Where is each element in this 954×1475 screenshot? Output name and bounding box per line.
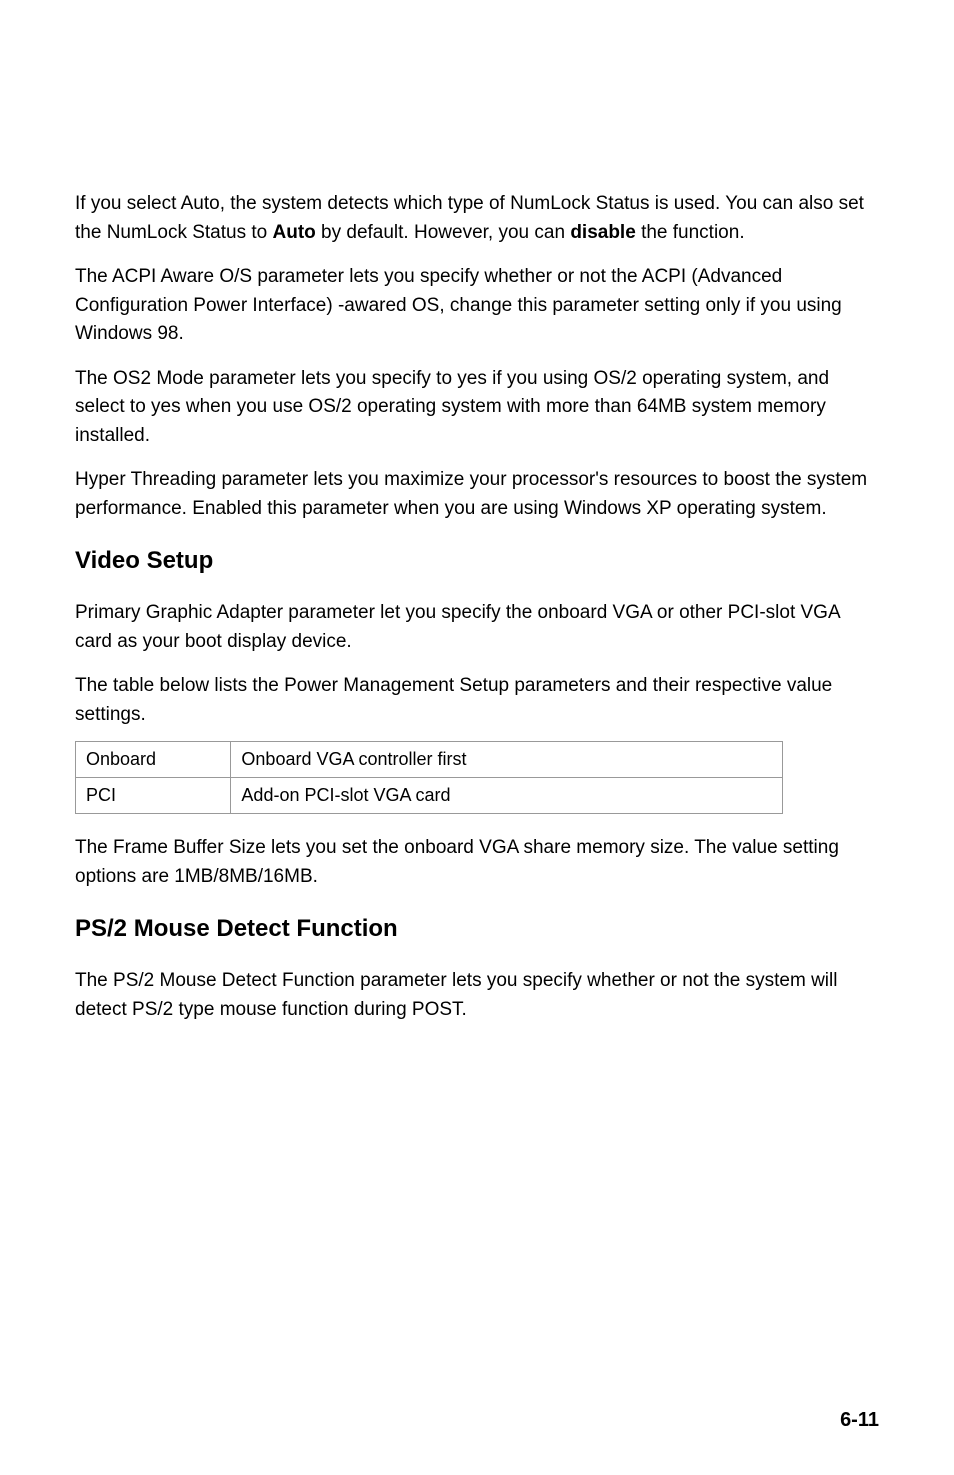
- paragraph-frame-buffer: The Frame Buffer Size lets you set the o…: [75, 834, 879, 891]
- paragraph-table-intro: The table below lists the Power Manageme…: [75, 672, 879, 729]
- bold-auto: Auto: [273, 222, 316, 243]
- video-setup-table: Onboard Onboard VGA controller first PCI…: [75, 741, 783, 814]
- table-cell: PCI: [76, 778, 231, 814]
- paragraph-numlock: If you select Auto, the system detects w…: [75, 190, 879, 247]
- text-segment: by default. However, you can: [316, 222, 571, 243]
- paragraph-ps2-mouse: The PS/2 Mouse Detect Function parameter…: [75, 967, 879, 1024]
- table-cell: Add-on PCI-slot VGA card: [231, 778, 782, 814]
- paragraph-acpi: The ACPI Aware O/S parameter lets you sp…: [75, 263, 879, 349]
- table-cell: Onboard: [76, 742, 231, 778]
- table-row: Onboard Onboard VGA controller first: [76, 742, 783, 778]
- table-cell: Onboard VGA controller first: [231, 742, 782, 778]
- paragraph-primary-graphic: Primary Graphic Adapter parameter let yo…: [75, 599, 879, 656]
- text-segment: the function.: [636, 222, 745, 243]
- table-row: PCI Add-on PCI-slot VGA card: [76, 778, 783, 814]
- heading-ps2-mouse: PS/2 Mouse Detect Function: [75, 911, 879, 947]
- paragraph-hyperthreading: Hyper Threading parameter lets you maxim…: [75, 466, 879, 523]
- paragraph-os2: The OS2 Mode parameter lets you specify …: [75, 365, 879, 451]
- page-number: 6-11: [840, 1405, 879, 1435]
- bold-disable: disable: [570, 222, 635, 243]
- heading-video-setup: Video Setup: [75, 543, 879, 579]
